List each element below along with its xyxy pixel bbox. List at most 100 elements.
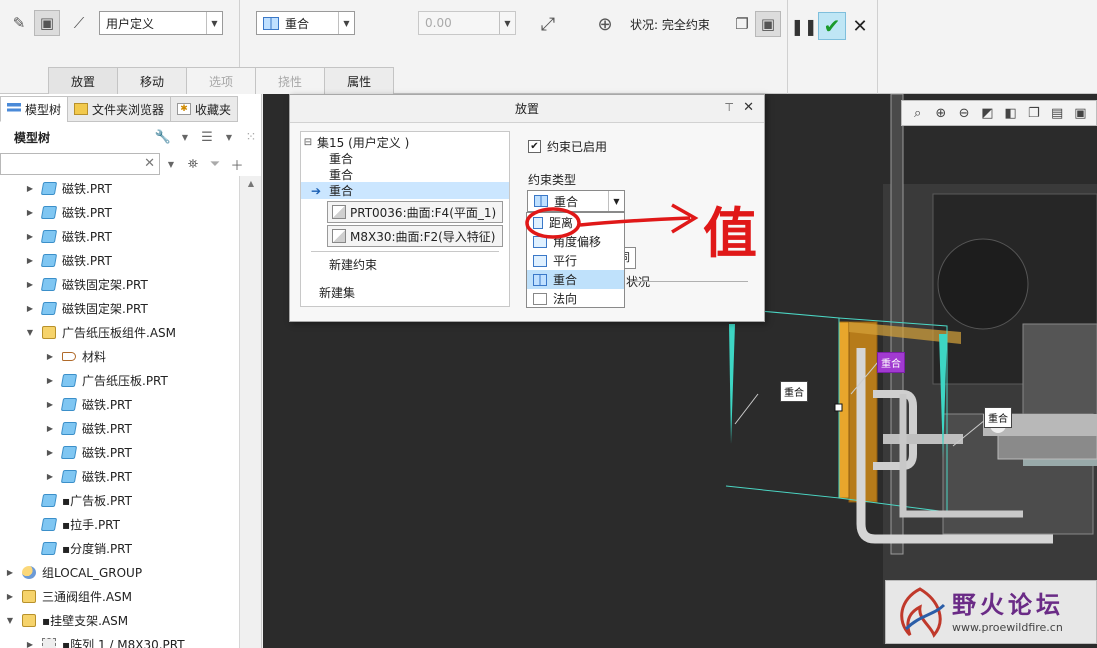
option-distance[interactable]: 距离 xyxy=(527,213,624,232)
tree-item[interactable]: ▶ 磁铁.PRT xyxy=(0,200,240,224)
offset-value-field[interactable]: 0.00 ▼ xyxy=(418,11,516,35)
find-binoculars-icon[interactable]: ⛯ xyxy=(182,157,204,172)
zoom-in-icon[interactable]: ⊕ xyxy=(932,104,950,122)
constraint-type-combo[interactable]: 重合 ▼ xyxy=(256,11,355,35)
constraint-tag[interactable]: 重合 xyxy=(780,381,808,402)
constraint-item[interactable]: 重合 xyxy=(301,166,509,182)
constraint-item-selected[interactable]: ➔ 重合 xyxy=(301,182,509,199)
chevron-down-icon[interactable]: ▼ xyxy=(160,160,182,169)
tab-flexibility[interactable]: 挠性 xyxy=(255,67,326,94)
settings-tools-icon[interactable]: 🔧 xyxy=(152,130,174,145)
chevron-down-icon[interactable]: ▼ xyxy=(174,133,196,142)
collapsed-caret-icon[interactable]: ▶ xyxy=(44,424,56,433)
set-node[interactable]: ⊟ 集15 (用户定义 ) xyxy=(301,134,509,150)
tree-search-input[interactable]: ✕ xyxy=(0,153,160,175)
separate-window-icon[interactable]: ❐ xyxy=(729,11,755,37)
display-style-icon[interactable]: ◧ xyxy=(1002,104,1020,122)
collapsed-caret-icon[interactable]: ▶ xyxy=(44,400,56,409)
option-coincident[interactable]: 重合 xyxy=(527,270,624,289)
checkmark-icon[interactable]: ✔ xyxy=(528,140,541,153)
collapsed-caret-icon[interactable]: ▶ xyxy=(24,304,36,313)
collapsed-caret-icon[interactable]: ▶ xyxy=(44,376,56,385)
cancel-x-icon[interactable]: ✕ xyxy=(846,12,874,40)
tab-placement[interactable]: 放置 xyxy=(48,67,119,94)
zoom-fit-icon[interactable]: ⌕ xyxy=(909,104,927,122)
repaint-icon[interactable]: ◩ xyxy=(978,104,996,122)
constraint-enabled-checkbox[interactable]: ✔ 约束已启用 xyxy=(528,138,607,155)
tab-properties[interactable]: 属性 xyxy=(324,67,395,94)
new-constraint-link[interactable]: 新建约束 xyxy=(301,256,509,272)
tree-item[interactable]: ▶ 磁铁固定架.PRT xyxy=(0,296,240,320)
set-type-combo[interactable]: 用户定义 ▼ xyxy=(99,11,223,35)
view-manager-icon[interactable]: ▤ xyxy=(1048,104,1066,122)
collapsed-caret-icon[interactable]: ▶ xyxy=(44,352,56,361)
reference-field[interactable]: PRT0036:曲面:F4(平面_1) xyxy=(327,201,503,223)
chevron-down-icon[interactable]: ▼ xyxy=(218,133,240,142)
collapse-icon[interactable]: ⊟ xyxy=(301,137,315,148)
option-angle-offset[interactable]: 角度偏移 xyxy=(527,232,624,251)
constraint-tag-active[interactable]: 重合 xyxy=(877,352,905,373)
tree-item[interactable]: ▼ ▪挂壁支架.ASM xyxy=(0,608,240,632)
pause-icon[interactable]: ❚❚ xyxy=(790,12,818,40)
confirm-check-icon[interactable]: ✔ xyxy=(818,12,846,40)
tab-move[interactable]: 移动 xyxy=(117,67,188,94)
option-parallel[interactable]: 平行 xyxy=(527,251,624,270)
scroll-up-icon[interactable]: ▲ xyxy=(240,176,262,192)
layers-icon[interactable]: ⁙ xyxy=(240,130,262,145)
saved-views-icon[interactable]: ❐ xyxy=(1025,104,1043,122)
new-set-link[interactable]: 新建集 xyxy=(301,284,509,300)
tree-item[interactable]: ▶ 磁铁.PRT xyxy=(0,416,240,440)
user-defined-set-icon[interactable]: ▣ xyxy=(34,10,60,36)
collapsed-caret-icon[interactable]: ▶ xyxy=(4,568,16,577)
snapshot-icon[interactable]: ▣ xyxy=(1071,104,1089,122)
tab-favorites[interactable]: ✱ 收藏夹 xyxy=(170,96,239,122)
tree-item[interactable]: ▼ 广告纸压板组件.ASM xyxy=(0,320,240,344)
chevron-down-icon[interactable]: ▼ xyxy=(608,191,624,211)
clear-icon[interactable]: ✕ xyxy=(144,156,155,171)
tree-item[interactable]: ▪拉手.PRT xyxy=(0,512,240,536)
collapsed-caret-icon[interactable]: ▶ xyxy=(24,640,36,648)
tree-item[interactable]: ▶ 磁铁.PRT xyxy=(0,440,240,464)
filter-icon[interactable]: ⏷ xyxy=(204,157,226,172)
constraint-tag[interactable]: 重合 xyxy=(984,407,1012,428)
pin-icon[interactable]: ⊤ xyxy=(724,101,734,114)
tab-folder-browser[interactable]: 文件夹浏览器 xyxy=(67,96,172,122)
tree-item[interactable]: ▶ 材料 xyxy=(0,344,240,368)
tree-item[interactable]: ▶ 磁铁.PRT xyxy=(0,176,240,200)
tree-item[interactable]: ▶ 磁铁.PRT xyxy=(0,392,240,416)
zoom-out-icon[interactable]: ⊖ xyxy=(955,104,973,122)
tree-item[interactable]: ▶ ▪阵列 1 / M8X30.PRT xyxy=(0,632,240,648)
expanded-caret-icon[interactable]: ▼ xyxy=(4,616,16,625)
show-menu-icon[interactable]: ☰ xyxy=(196,130,218,145)
tab-model-tree[interactable]: 模型树 xyxy=(0,96,69,122)
flip-constraint-icon[interactable]: ⤢ xyxy=(535,11,561,37)
tree-item[interactable]: ▶ 磁铁.PRT xyxy=(0,224,240,248)
tree-item[interactable]: ▶ 广告纸压板.PRT xyxy=(0,368,240,392)
tree-item[interactable]: ▪分度销.PRT xyxy=(0,536,240,560)
move-component-icon[interactable]: ⊕ xyxy=(592,11,618,37)
collapsed-caret-icon[interactable]: ▶ xyxy=(4,592,16,601)
automatic-placement-icon[interactable]: ✎ xyxy=(6,10,32,36)
tree-item[interactable]: ▶ 组LOCAL_GROUP xyxy=(0,560,240,584)
reference-field[interactable]: M8X30:曲面:F2(导入特征) xyxy=(327,225,503,247)
assembly-window-icon[interactable]: ▣ xyxy=(755,11,781,37)
collapsed-caret-icon[interactable]: ▶ xyxy=(24,256,36,265)
tab-options[interactable]: 选项 xyxy=(186,67,257,94)
collapsed-caret-icon[interactable]: ▶ xyxy=(44,448,56,457)
collapsed-caret-icon[interactable]: ▶ xyxy=(24,232,36,241)
tree-item[interactable]: ▶ 磁铁.PRT xyxy=(0,464,240,488)
mechanism-connection-icon[interactable]: ⟋ xyxy=(66,10,92,36)
collapsed-caret-icon[interactable]: ▶ xyxy=(24,208,36,217)
option-normal[interactable]: 法向 xyxy=(527,289,624,308)
tree-item[interactable]: ▶ 磁铁固定架.PRT xyxy=(0,272,240,296)
tree-item[interactable]: ▶ 三通阀组件.ASM xyxy=(0,584,240,608)
tree-item[interactable]: ▶ 磁铁.PRT xyxy=(0,248,240,272)
collapsed-caret-icon[interactable]: ▶ xyxy=(24,280,36,289)
add-column-icon[interactable]: ＋ xyxy=(226,155,248,174)
tree-item[interactable]: ▪广告板.PRT xyxy=(0,488,240,512)
collapsed-caret-icon[interactable]: ▶ xyxy=(24,184,36,193)
constraint-type-dropdown[interactable]: 重合 ▼ xyxy=(527,190,625,212)
close-icon[interactable]: ✕ xyxy=(743,100,754,115)
tree-scrollbar[interactable]: ▲ xyxy=(239,176,261,648)
expanded-caret-icon[interactable]: ▼ xyxy=(24,328,36,337)
